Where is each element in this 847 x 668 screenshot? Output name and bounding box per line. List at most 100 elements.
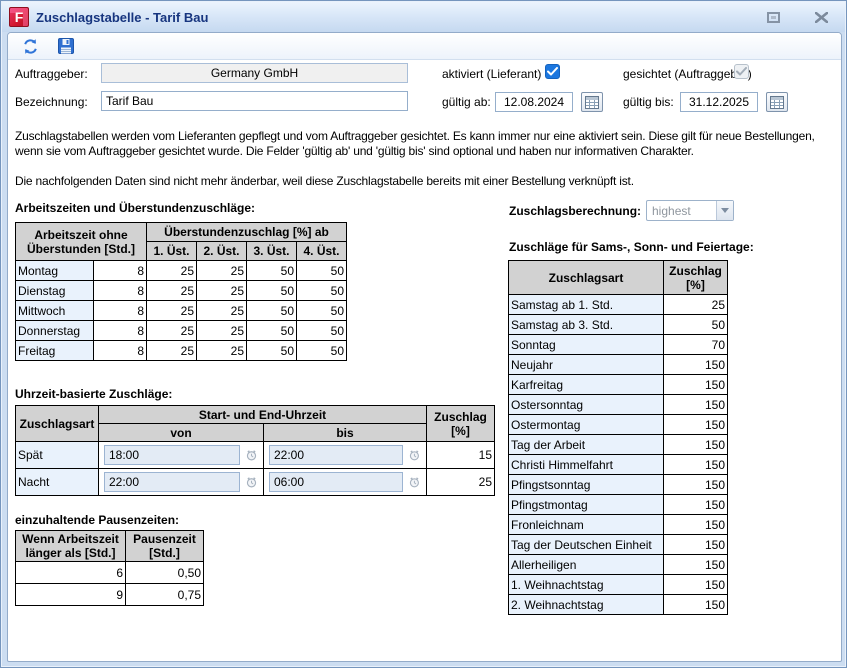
table-row: Sonntag70 (509, 335, 728, 355)
gueltig-ab-input[interactable] (495, 92, 573, 112)
table-cell: 9 (16, 584, 126, 606)
table-cell: 25 (147, 321, 197, 341)
table-row: Christi Himmelfahrt150 (509, 455, 728, 475)
table-row: Tag der Arbeit150 (509, 435, 728, 455)
table-cell: 8 (94, 301, 147, 321)
save-button[interactable] (56, 36, 76, 56)
time-table-caption: Uhrzeit-basierte Zuschläge: (15, 387, 172, 401)
clock-icon[interactable] (408, 474, 421, 490)
table-cell: 25 (197, 261, 247, 281)
table-cell: 50 (247, 281, 297, 301)
table-cell: Samstag ab 3. Std. (509, 315, 664, 335)
calc-dropdown-disabled: highest (646, 200, 734, 221)
calendar-icon (585, 96, 599, 109)
time-von-input[interactable] (104, 472, 240, 492)
holiday-table-caption: Zuschläge für Sams-, Sonn- und Feiertage… (509, 240, 754, 254)
aktiviert-checkbox[interactable] (545, 64, 560, 79)
table-cell: 25 (147, 301, 197, 321)
table-cell: Karfreitag (509, 375, 664, 395)
pause-table-caption: einzuhaltende Pausenzeiten: (15, 513, 179, 527)
table-row: Samstag ab 1. Std.25 (509, 295, 728, 315)
time-bis-input[interactable] (269, 472, 403, 492)
table-cell: 50 (247, 341, 297, 361)
gueltig-bis-input[interactable] (680, 92, 758, 112)
table-cell: 150 (664, 555, 728, 575)
table-cell: 150 (664, 435, 728, 455)
table-cell: 0,75 (126, 584, 204, 606)
table-cell: 150 (664, 475, 728, 495)
clock-icon[interactable] (245, 474, 258, 490)
table-cell: Sonntag (509, 335, 664, 355)
table-cell: 150 (664, 395, 728, 415)
time-header-bis: bis (264, 424, 427, 442)
table-cell: Allerheiligen (509, 555, 664, 575)
clock-icon[interactable] (408, 447, 421, 463)
table-cell: 50 (297, 321, 347, 341)
refresh-icon (22, 38, 39, 55)
maximize-button[interactable] (763, 9, 783, 26)
table-cell: 0,50 (126, 562, 204, 584)
info-paragraph-1: Zuschlagstabellen werden vom Lieferanten… (15, 129, 837, 159)
auftraggeber-field: Germany GmbH (101, 63, 408, 83)
time-row-art: Nacht (16, 469, 99, 496)
time-row-pct: 15 (427, 442, 495, 469)
overtime-subheader-2: 2. Üst. (197, 242, 247, 261)
refresh-button[interactable] (20, 36, 40, 56)
table-cell: Christi Himmelfahrt (509, 455, 664, 475)
pause-header-time: Pausenzeit [Std.] (126, 531, 204, 562)
time-header-group: Start- und End-Uhrzeit (99, 406, 427, 424)
close-button[interactable] (811, 9, 831, 26)
table-cell: 1. Weihnachtstag (509, 575, 664, 595)
table-cell: 8 (94, 321, 147, 341)
table-cell: 150 (664, 415, 728, 435)
gesichtet-checkbox-disabled (734, 64, 749, 79)
calc-dropdown-value: highest (647, 204, 716, 218)
gueltig-ab-calendar-button[interactable] (581, 92, 603, 112)
table-cell: 50 (247, 301, 297, 321)
table-cell: 25 (197, 301, 247, 321)
table-row: Fronleichnam150 (509, 515, 728, 535)
pause-header-limit: Wenn Arbeitszeit länger als [Std.] (16, 531, 126, 562)
table-cell: 25 (147, 341, 197, 361)
table-cell: 150 (664, 375, 728, 395)
table-cell: 50 (247, 261, 297, 281)
gueltig-bis-calendar-button[interactable] (766, 92, 788, 112)
table-cell: Neujahr (509, 355, 664, 375)
table-cell: Pfingstsonntag (509, 475, 664, 495)
save-icon (58, 38, 74, 54)
table-cell: 25 (147, 261, 197, 281)
table-cell: Mittwoch (16, 301, 94, 321)
auftraggeber-label: Auftraggeber: (15, 67, 88, 81)
table-row: Mittwoch825255050 (16, 301, 347, 321)
table-row: Neujahr150 (509, 355, 728, 375)
table-cell: 150 (664, 515, 728, 535)
overtime-header-surcharge: Überstundenzuschlag [%] ab (147, 223, 347, 242)
app-logo-icon: F (9, 7, 29, 27)
close-icon (815, 12, 828, 23)
table-row: Tag der Deutschen Einheit150 (509, 535, 728, 555)
table-row: Freitag825255050 (16, 341, 347, 361)
table-cell: Freitag (16, 341, 94, 361)
bezeichnung-input[interactable] (101, 91, 408, 111)
table-cell: Samstag ab 1. Std. (509, 295, 664, 315)
time-header-art: Zuschlagsart (16, 406, 99, 442)
time-von-input[interactable] (104, 445, 240, 465)
table-cell: 25 (147, 281, 197, 301)
table-cell: Donnerstag (16, 321, 94, 341)
toolbar (8, 33, 841, 60)
table-cell: 150 (664, 355, 728, 375)
table-cell: Dienstag (16, 281, 94, 301)
time-bis-input[interactable] (269, 445, 403, 465)
table-cell: 150 (664, 455, 728, 475)
table-cell: 50 (664, 315, 728, 335)
aktiviert-label: aktiviert (Lieferant) (442, 67, 541, 81)
clock-icon[interactable] (245, 447, 258, 463)
check-icon (736, 67, 747, 76)
table-row: Pfingstsonntag150 (509, 475, 728, 495)
gesichtet-label: gesichtet (Auftraggeber) (623, 67, 752, 81)
titlebar: F Zuschlagstabelle - Tarif Bau (2, 2, 845, 32)
calc-label: Zuschlagsberechnung: (509, 204, 641, 218)
table-cell: 70 (664, 335, 728, 355)
table-cell: 25 (197, 281, 247, 301)
overtime-subheader-1: 1. Üst. (147, 242, 197, 261)
